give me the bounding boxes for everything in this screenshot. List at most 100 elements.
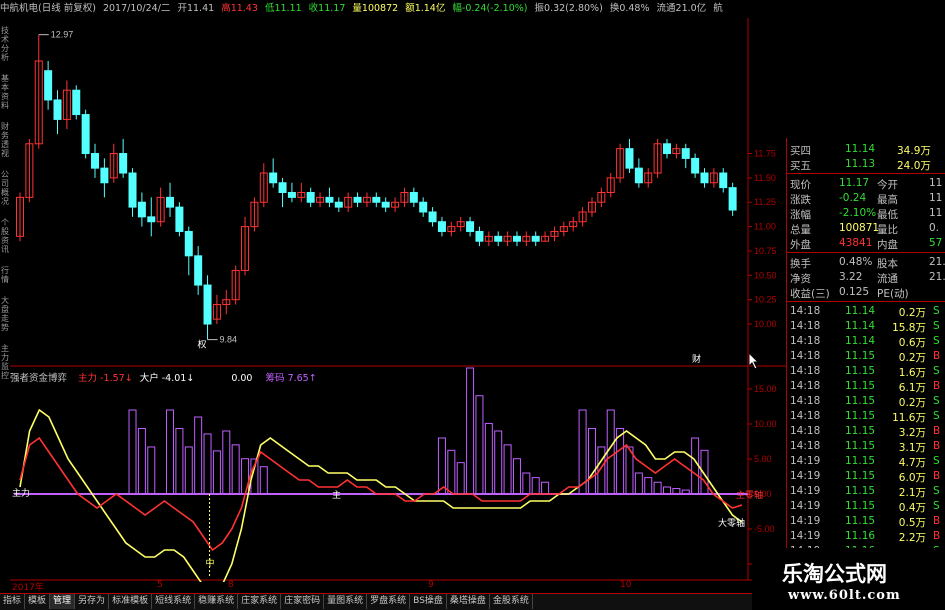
- bottom-tab-0[interactable]: 指标: [0, 594, 26, 609]
- quote-row: 换手 0.48% 股本 21.: [787, 255, 945, 270]
- chip-bar: [475, 395, 484, 495]
- bottom-tab-7[interactable]: 庄家系统: [238, 594, 282, 609]
- chip-bar: [653, 481, 662, 495]
- candle-body: [325, 196, 334, 203]
- side-tab-2[interactable]: 财务透视: [0, 122, 10, 158]
- candle-body: [91, 153, 100, 169]
- price-tick-label: 10.25: [754, 295, 777, 305]
- bottom-tab-1[interactable]: 模板: [25, 594, 51, 609]
- candle-body: [203, 284, 212, 325]
- candle-body: [475, 230, 484, 242]
- candle-body: [700, 172, 709, 184]
- tick-time: 14:18: [790, 365, 821, 377]
- quote-label: 外盘: [790, 239, 811, 251]
- quote-label: 收益(三): [790, 288, 830, 300]
- chip-bar: [494, 430, 503, 495]
- quote-label: 流通: [877, 273, 898, 285]
- price-tick-label: 10.00: [754, 319, 777, 329]
- bid-volume: 24.0万: [897, 160, 931, 172]
- side-tab-5[interactable]: 行情: [0, 266, 10, 284]
- quote-value: 100871: [839, 222, 880, 234]
- bottom-tab-10[interactable]: 罗盘系统: [367, 594, 411, 609]
- bid-row: 买五 11.13 24.0万: [787, 157, 945, 172]
- price-axis: 11.75 11.50 11.25 11.00 10.75 10.50 10.25 10.00: [748, 149, 777, 329]
- candle-body: [119, 153, 128, 174]
- ind-tick-label: 10.00: [754, 419, 777, 429]
- tick-side: S: [933, 500, 940, 512]
- chip-bar: [644, 477, 653, 495]
- header-close: 收11.17: [308, 3, 346, 14]
- tick-price: 11.15: [845, 470, 876, 482]
- candle-body: [466, 221, 475, 232]
- quote-value: 0.48%: [839, 256, 873, 268]
- side-tab-6[interactable]: 大盘走势: [0, 296, 10, 332]
- watermark-url: www.60lt.com: [788, 588, 901, 603]
- tick-price: 11.15: [845, 485, 876, 497]
- quote-row: 总量 100871 量比 0.: [787, 221, 945, 236]
- chip-bar: [137, 427, 146, 495]
- bottom-tab-2[interactable]: 管理: [50, 594, 76, 609]
- tick-side: S: [933, 485, 940, 497]
- chip-bar: [466, 367, 475, 495]
- quote-label: 换手: [790, 258, 811, 270]
- quote-label: 最低: [877, 209, 898, 221]
- candle-body: [278, 182, 287, 193]
- tick-volume: 0.6万: [898, 337, 926, 349]
- bottom-tab-3[interactable]: 另存为: [75, 594, 110, 609]
- bottom-tab-4[interactable]: 标准模板: [109, 594, 153, 609]
- side-tab-3[interactable]: 公司概况: [0, 170, 10, 206]
- candle-body: [419, 201, 428, 213]
- quote-value: 11.17: [839, 177, 870, 189]
- tick-side: B: [933, 425, 941, 437]
- candle-body: [662, 143, 671, 155]
- bottom-tab-6[interactable]: 稳赚系统: [195, 594, 239, 609]
- quote-label: PE(动): [877, 288, 909, 300]
- candle-body: [287, 192, 296, 198]
- chip-bar: [484, 422, 493, 495]
- bottom-tab-8[interactable]: 庄家密码: [281, 594, 325, 609]
- quote-label: 量比: [877, 224, 898, 236]
- price-tick-label: 11.75: [754, 149, 776, 159]
- side-tab-0[interactable]: 技术分析: [0, 26, 10, 62]
- bottom-tab-12[interactable]: 桑塔操盘: [447, 594, 490, 609]
- quote-label: 涨跌: [790, 194, 811, 206]
- header-suffix: 航: [713, 3, 723, 14]
- bottom-tab-5[interactable]: 短线系统: [152, 594, 196, 609]
- tick-volume: 11.6万: [892, 412, 926, 424]
- tick-time: 14:18: [790, 425, 821, 437]
- tick-side: S: [933, 320, 940, 332]
- tick-time: 14:18: [790, 395, 821, 407]
- tick-price: 11.15: [845, 425, 876, 437]
- candle-body: [81, 114, 90, 155]
- high-marker-label: 12.97: [51, 30, 74, 40]
- side-tab-7[interactable]: 主力监控: [0, 344, 10, 380]
- big-holder-line: [19, 408, 743, 582]
- big-holder-value: -4.01: [161, 373, 187, 384]
- bottom-tab-11[interactable]: BS操盘: [410, 594, 447, 609]
- quote-row: 外盘 43841 内盘 57: [787, 236, 945, 251]
- candle-body: [334, 201, 343, 208]
- quote-label: 现价: [790, 179, 811, 191]
- ind-tick-label: 15.00: [754, 384, 777, 394]
- main-force-label: 主力: [78, 373, 98, 384]
- big-holder-label: 大户: [139, 373, 159, 384]
- candle-body: [353, 196, 362, 203]
- quote-row: 现价 11.17 今开 11: [787, 176, 945, 191]
- quote-value: 0.125: [839, 286, 870, 298]
- side-tab-strip: 技术分析 基本资料 财务透视 公司概况 个股资讯 行情 大盘走势 主力监控: [0, 26, 10, 392]
- chip-bar: [691, 437, 700, 495]
- bottom-tab-13[interactable]: 金股系统: [490, 594, 533, 609]
- indicator-name[interactable]: 强者资金博弈: [10, 373, 67, 384]
- chip-bar: [147, 446, 156, 495]
- bid-row: 买四 11.14 34.9万: [787, 142, 945, 157]
- quote-value: 43841: [839, 237, 873, 249]
- kline-chart-area[interactable]: 11.75 11.50 11.25 11.00 10.75 10.50 10.25 10.00…: [10, 18, 786, 582]
- bottom-tab-9[interactable]: 量图系统: [324, 594, 368, 609]
- tick-time: 14:19: [790, 455, 821, 467]
- financial-report-marker: 财: [692, 353, 701, 365]
- side-tab-4[interactable]: 个股资讯: [0, 218, 10, 254]
- chip-bar: [231, 444, 240, 495]
- side-tab-1[interactable]: 基本资料: [0, 74, 10, 110]
- tick-volume: 3.2万: [898, 427, 926, 439]
- tick-price: 11.15: [845, 380, 876, 392]
